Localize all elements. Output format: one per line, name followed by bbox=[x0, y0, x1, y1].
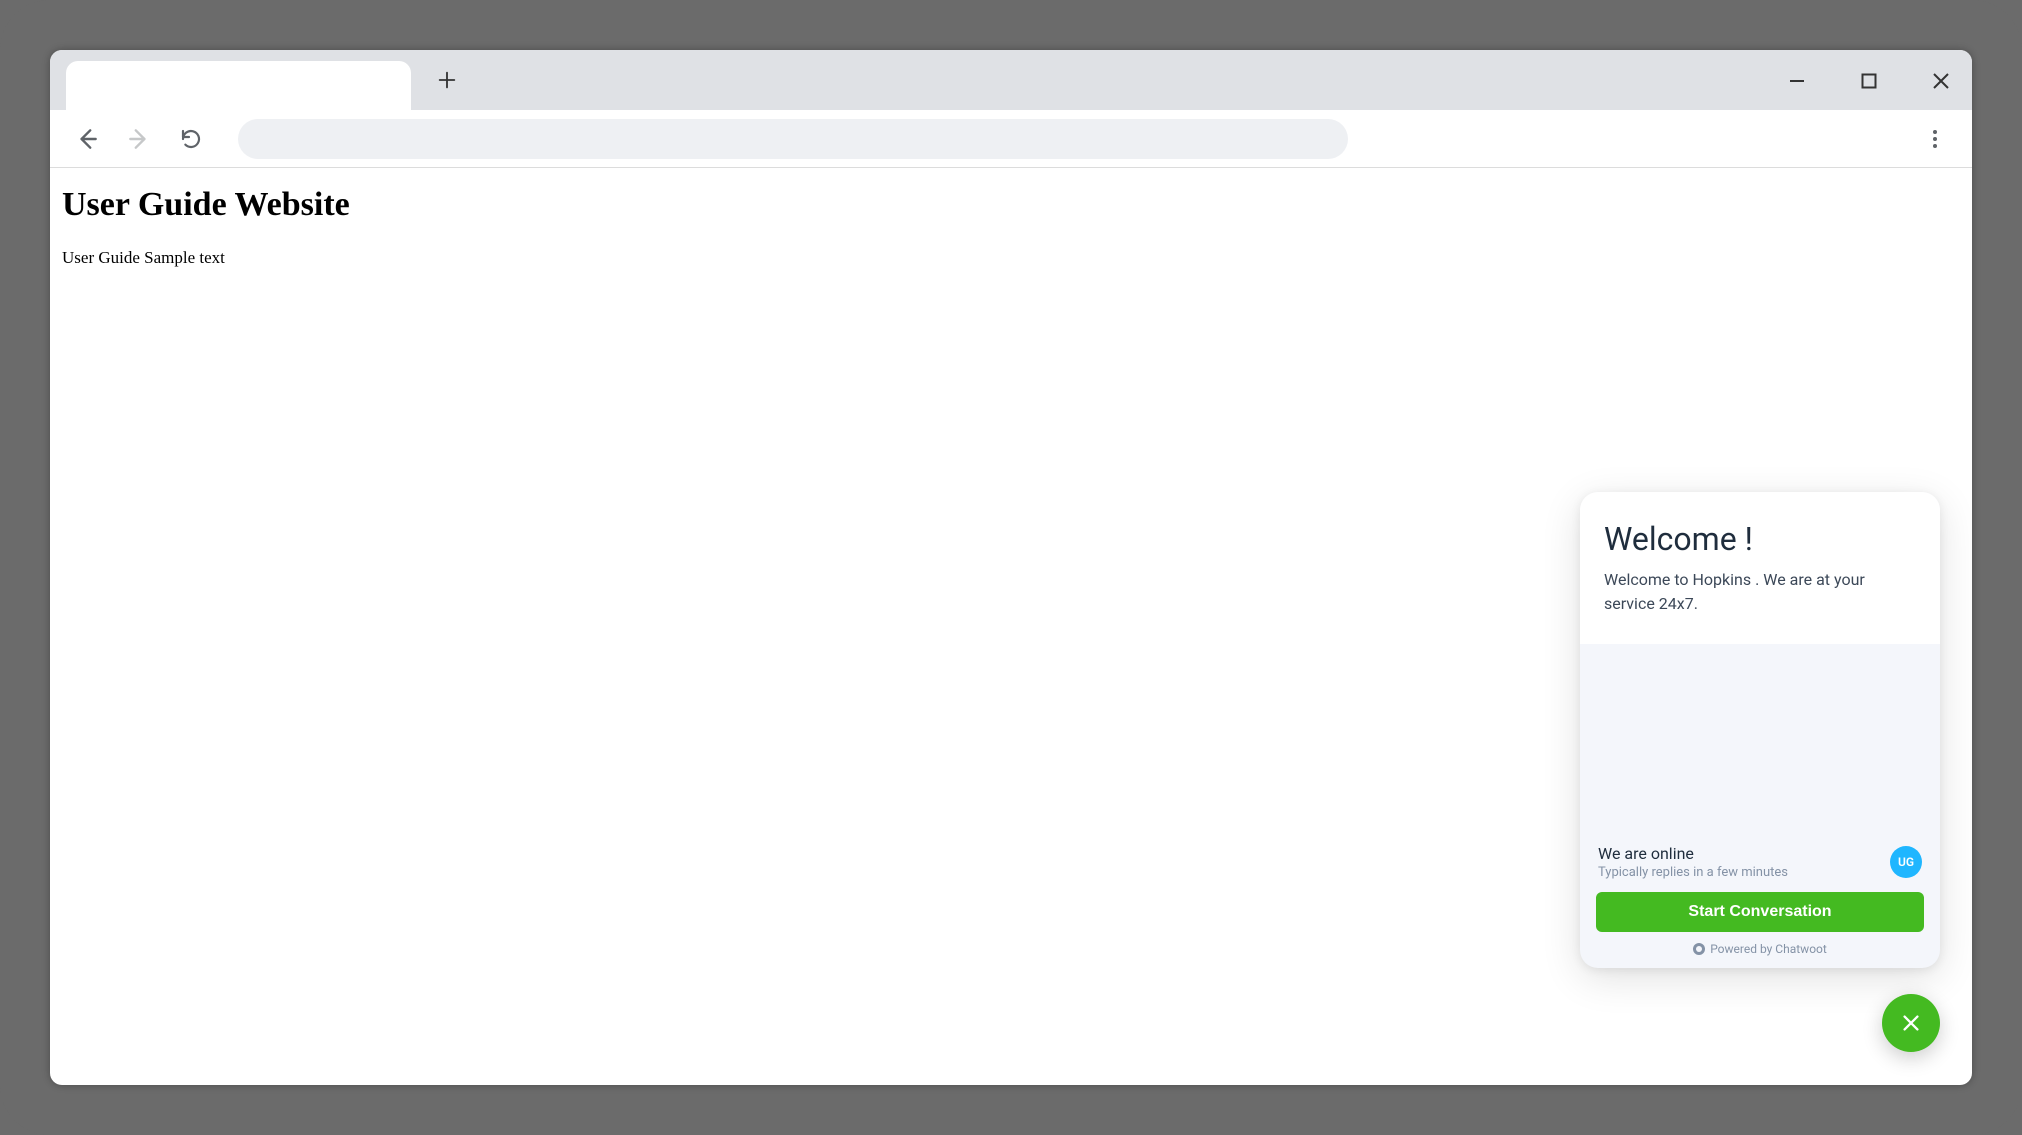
arrow-right-icon bbox=[126, 126, 152, 152]
chat-welcome-text: Welcome to Hopkins . We are at your serv… bbox=[1604, 568, 1916, 616]
chat-status-line: We are online bbox=[1598, 844, 1788, 863]
tab-strip bbox=[50, 50, 1972, 110]
chat-body bbox=[1580, 644, 1940, 844]
page-title: User Guide Website bbox=[62, 186, 1960, 224]
browser-toolbar bbox=[50, 110, 1972, 168]
reload-button[interactable] bbox=[176, 124, 206, 154]
device-frame: User Guide Website User Guide Sample tex… bbox=[0, 0, 2022, 1135]
browser-window: User Guide Website User Guide Sample tex… bbox=[50, 50, 1972, 1085]
chat-header: Welcome ! Welcome to Hopkins . We are at… bbox=[1580, 492, 1940, 644]
address-bar[interactable] bbox=[238, 119, 1348, 159]
chat-toggle-button[interactable] bbox=[1882, 994, 1940, 1052]
close-icon bbox=[1900, 1012, 1922, 1034]
back-button[interactable] bbox=[72, 124, 102, 154]
plus-icon bbox=[436, 69, 458, 91]
start-conversation-button[interactable]: Start Conversation bbox=[1596, 892, 1924, 932]
chat-welcome-title: Welcome ! bbox=[1604, 520, 1916, 558]
forward-button bbox=[124, 124, 154, 154]
chatwoot-logo-icon bbox=[1693, 943, 1705, 955]
maximize-icon bbox=[1861, 73, 1877, 89]
kebab-menu-icon bbox=[1925, 129, 1945, 149]
minimize-button[interactable] bbox=[1780, 64, 1814, 98]
page-body-text: User Guide Sample text bbox=[62, 248, 1960, 268]
close-icon bbox=[1932, 72, 1950, 90]
arrow-left-icon bbox=[74, 126, 100, 152]
new-tab-button[interactable] bbox=[429, 62, 465, 98]
powered-by-label: Powered by Chatwoot bbox=[1710, 942, 1827, 956]
window-controls bbox=[1780, 64, 1958, 98]
chat-status-subtext: Typically replies in a few minutes bbox=[1598, 865, 1788, 880]
powered-by[interactable]: Powered by Chatwoot bbox=[1596, 942, 1924, 956]
agent-avatar: UG bbox=[1890, 846, 1922, 878]
browser-tab[interactable] bbox=[66, 61, 411, 110]
page-content: User Guide Website User Guide Sample tex… bbox=[50, 168, 1972, 286]
chat-widget: Welcome ! Welcome to Hopkins . We are at… bbox=[1580, 492, 1940, 968]
close-window-button[interactable] bbox=[1924, 64, 1958, 98]
chat-footer: We are online Typically replies in a few… bbox=[1580, 844, 1940, 968]
reload-icon bbox=[179, 127, 203, 151]
minimize-icon bbox=[1788, 72, 1806, 90]
chat-status-row: We are online Typically replies in a few… bbox=[1596, 844, 1924, 880]
browser-menu-button[interactable] bbox=[1920, 124, 1950, 154]
maximize-button[interactable] bbox=[1852, 64, 1886, 98]
